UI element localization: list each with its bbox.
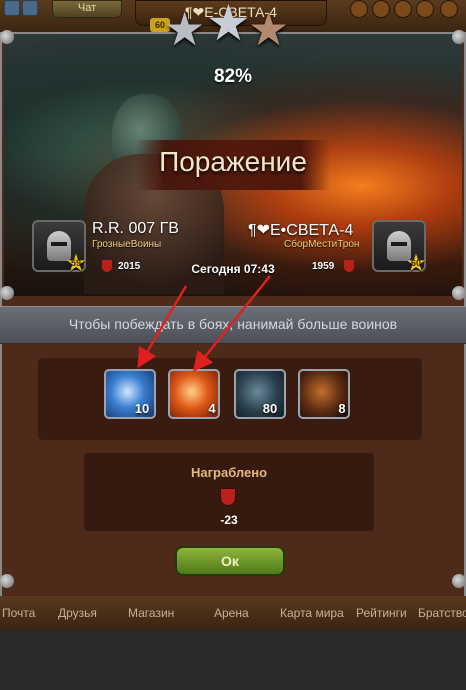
nav-brotherhood[interactable]: Братство — [418, 606, 466, 620]
nav-shop[interactable]: Магазин — [128, 606, 174, 620]
red-arrow — [192, 275, 271, 372]
annotation-arrows — [137, 275, 271, 690]
nav-friends[interactable]: Друзья — [58, 606, 97, 620]
ok-button[interactable]: Ок — [175, 546, 285, 576]
corner-rivet — [0, 574, 14, 588]
corner-rivet — [452, 574, 466, 588]
loot-title: Награблено — [190, 465, 268, 480]
red-arrow — [137, 285, 188, 369]
nav-arena[interactable]: Арена — [214, 606, 249, 620]
nav-mail[interactable]: Почта — [2, 606, 35, 620]
footer-bar — [0, 632, 466, 690]
nav-ratings[interactable]: Рейтинги — [356, 606, 407, 620]
shield-icon — [220, 488, 236, 506]
loot-value: -23 — [220, 513, 238, 527]
nav-world-map[interactable]: Карта мира — [280, 606, 344, 620]
